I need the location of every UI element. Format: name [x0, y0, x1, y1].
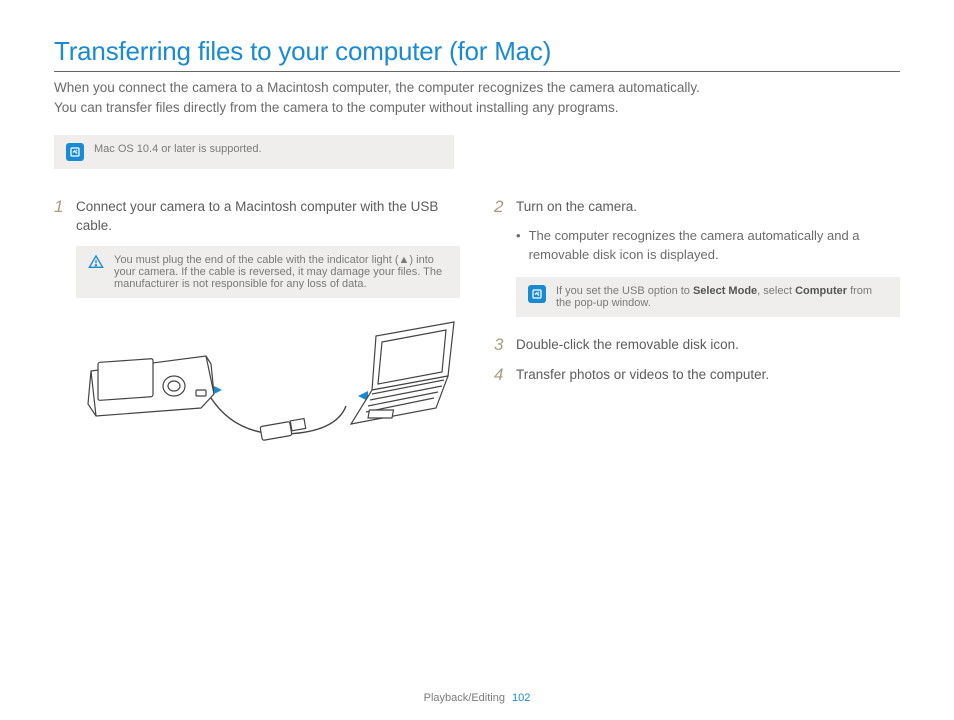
step-2-note: If you set the USB option to Select Mode…	[516, 277, 900, 317]
intro-text: When you connect the camera to a Macinto…	[54, 78, 900, 119]
step-1: 1 Connect your camera to a Macintosh com…	[54, 197, 460, 236]
note-icon	[528, 285, 546, 303]
note-text: If you set the USB option to Select Mode…	[556, 285, 888, 309]
step-number: 2	[494, 197, 508, 217]
note-icon	[66, 143, 84, 161]
warning-text: You must plug the end of the cable with …	[114, 254, 448, 290]
page-footer: Playback/Editing 102	[0, 692, 954, 704]
left-column: 1 Connect your camera to a Macintosh com…	[54, 197, 460, 456]
page-title: Transferring files to your computer (for…	[54, 36, 900, 72]
page-number: 102	[512, 692, 530, 704]
step-number: 3	[494, 335, 508, 355]
intro-line: When you connect the camera to a Macinto…	[54, 78, 900, 98]
step-4: 4 Transfer photos or videos to the compu…	[494, 365, 900, 385]
step-2-bullets: The computer recognizes the camera autom…	[516, 227, 900, 265]
bullet-text: The computer recognizes the camera autom…	[529, 227, 900, 265]
intro-line: You can transfer files directly from the…	[54, 98, 900, 118]
warning-icon	[88, 254, 104, 273]
step-text: Connect your camera to a Macintosh compu…	[76, 197, 460, 236]
step-3: 3 Double-click the removable disk icon.	[494, 335, 900, 355]
footer-section: Playback/Editing	[424, 692, 505, 704]
note-text: Mac OS 10.4 or later is supported.	[94, 143, 262, 155]
step-text: Turn on the camera.	[516, 197, 637, 217]
step-number: 1	[54, 197, 68, 236]
connection-illustration	[76, 316, 460, 456]
step-text: Transfer photos or videos to the compute…	[516, 365, 769, 385]
step-text: Double-click the removable disk icon.	[516, 335, 739, 355]
os-support-note: Mac OS 10.4 or later is supported.	[54, 135, 454, 169]
step-number: 4	[494, 365, 508, 385]
step-1-warning: You must plug the end of the cable with …	[76, 246, 460, 298]
right-column: 2 Turn on the camera. The computer recog…	[494, 197, 900, 456]
step-2: 2 Turn on the camera.	[494, 197, 900, 217]
